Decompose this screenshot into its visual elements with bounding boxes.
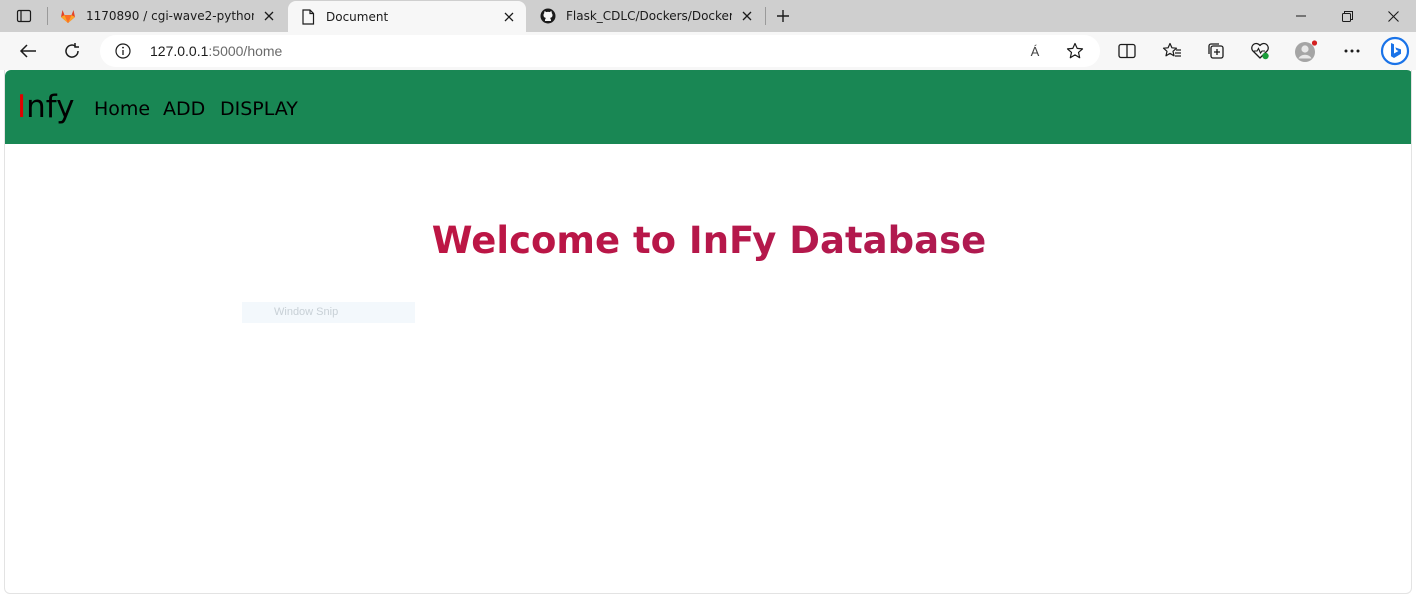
nav-link-home[interactable]: Home <box>94 97 150 121</box>
close-tab-icon[interactable] <box>738 7 756 25</box>
back-icon <box>19 43 37 59</box>
browser-essentials-icon <box>1250 42 1270 60</box>
restore-button[interactable] <box>1324 0 1370 32</box>
more-icon <box>1344 49 1360 53</box>
browser-toolbar: 127.0.0.1:5000/home Á <box>0 32 1416 70</box>
tab-title: Document <box>326 9 389 24</box>
page-viewport: Infy Home ADD DISPLAY Welcome to InFy Da… <box>4 70 1412 594</box>
gitlab-icon <box>60 8 76 24</box>
tab-strip: 1170890 / cgi-wave2-python-bat Document … <box>0 0 1416 32</box>
tab-github[interactable]: Flask_CDLC/Dockers/Dockers(L3) <box>528 0 764 32</box>
collections-button[interactable] <box>1200 36 1232 66</box>
page-title: Welcome to InFy Database <box>5 218 1411 264</box>
url-text[interactable]: 127.0.0.1:5000/home <box>150 43 282 59</box>
refresh-button[interactable] <box>56 36 88 66</box>
site-navbar: Infy Home ADD DISPLAY <box>5 70 1411 144</box>
split-screen-icon <box>1118 43 1136 59</box>
github-icon <box>540 8 556 24</box>
close-tab-icon[interactable] <box>260 7 278 25</box>
tab-title: 1170890 / cgi-wave2-python-bat <box>86 9 254 23</box>
tab-actions-button[interactable] <box>8 4 40 28</box>
nav-link-add[interactable]: ADD <box>163 97 205 121</box>
profile-icon <box>1293 39 1319 63</box>
brand-first-letter: I <box>17 89 27 125</box>
profile-button[interactable] <box>1290 36 1322 66</box>
tab-gitlab[interactable]: 1170890 / cgi-wave2-python-bat <box>48 0 286 32</box>
new-tab-button[interactable] <box>770 4 796 28</box>
brand-rest: nfy <box>26 89 75 125</box>
tab-document[interactable]: Document <box>288 1 526 32</box>
tab-separator <box>765 7 766 25</box>
browser-essentials-button[interactable] <box>1244 36 1276 66</box>
bing-icon <box>1380 36 1410 66</box>
bing-copilot-button[interactable] <box>1378 36 1412 66</box>
minimize-button[interactable] <box>1278 0 1324 32</box>
tab-actions-icon <box>16 8 32 24</box>
restore-icon <box>1341 10 1353 22</box>
address-bar[interactable]: 127.0.0.1:5000/home Á <box>100 35 1100 67</box>
window-snip-overlay: Window Snip <box>242 302 415 323</box>
close-icon <box>1387 10 1399 22</box>
more-button[interactable] <box>1336 36 1368 66</box>
url-host: 127.0.0.1 <box>150 43 209 59</box>
close-window-button[interactable] <box>1370 0 1416 32</box>
minimize-icon <box>1296 15 1306 17</box>
brand-logo[interactable]: Infy <box>17 88 75 126</box>
favorite-star-icon[interactable] <box>1064 41 1086 61</box>
favorites-button[interactable] <box>1156 36 1188 66</box>
nav-link-display[interactable]: DISPLAY <box>220 97 298 121</box>
plus-icon <box>776 9 790 23</box>
favorites-icon <box>1162 42 1182 60</box>
info-icon[interactable] <box>114 42 132 60</box>
read-aloud-icon[interactable]: Á <box>1024 41 1046 61</box>
split-screen-button[interactable] <box>1111 36 1143 66</box>
document-icon <box>300 8 316 25</box>
close-tab-icon[interactable] <box>500 8 518 26</box>
back-button[interactable] <box>12 36 44 66</box>
url-path: :5000/home <box>208 43 283 59</box>
collections-icon <box>1207 42 1225 60</box>
tab-title: Flask_CDLC/Dockers/Dockers(L3) <box>566 9 732 23</box>
refresh-icon <box>63 42 81 60</box>
